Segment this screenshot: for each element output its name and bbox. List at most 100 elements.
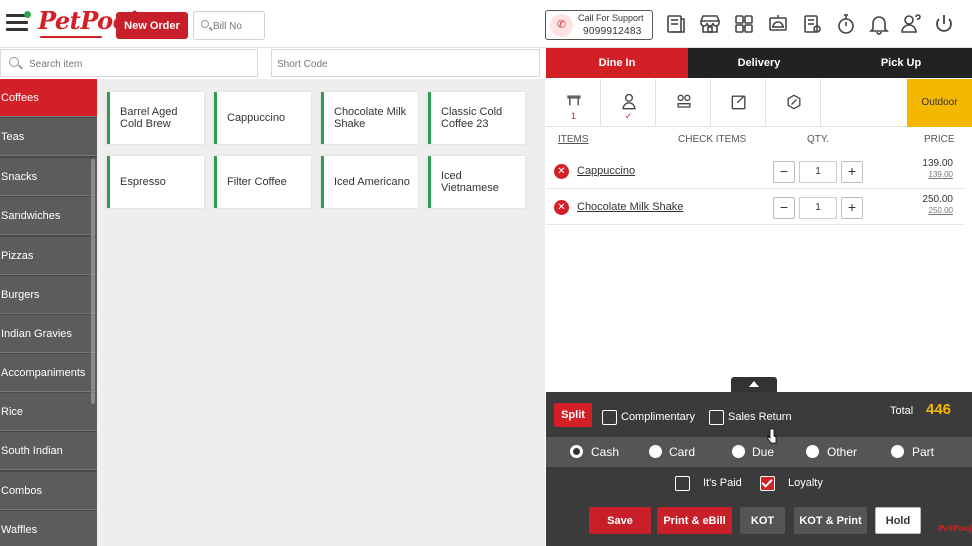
bill-no-input[interactable] <box>213 18 263 34</box>
tab-dine-in[interactable]: Dine In <box>546 48 688 78</box>
bell-icon[interactable] <box>867 12 891 36</box>
check-mark-icon: ✓ <box>624 111 633 121</box>
pos-app: PetPooja New Order ✆ Call For Support 90… <box>0 0 972 546</box>
increase-qty-button[interactable]: + <box>841 197 863 219</box>
new-order-button[interactable]: New Order <box>116 12 188 39</box>
call-support-button[interactable]: ✆ Call For Support 9099912483 <box>545 10 653 40</box>
menu-book-icon[interactable] <box>664 12 688 36</box>
expand-panel-button[interactable] <box>731 377 777 392</box>
category-sandwiches[interactable]: Sandwiches <box>0 197 97 235</box>
qty-input[interactable]: 1 <box>799 161 837 183</box>
grid-icon[interactable] <box>732 12 756 36</box>
short-code-field[interactable] <box>271 49 540 77</box>
order-columns: ITEMS CHECK ITEMS QTY. PRICE <box>546 128 972 152</box>
bill-no-search[interactable] <box>193 11 265 40</box>
loyalty-label: Loyalty <box>788 477 823 489</box>
store-icon[interactable] <box>698 12 722 36</box>
column-items[interactable]: ITEMS <box>558 134 589 145</box>
increase-qty-button[interactable]: + <box>841 161 863 183</box>
line-price: 250.00 <box>922 194 953 205</box>
category-indian-gravies[interactable]: Indian Gravies <box>0 315 97 353</box>
item-card[interactable]: Espresso <box>107 156 204 208</box>
complimentary-label: Complimentary <box>621 411 695 423</box>
decrease-qty-button[interactable]: − <box>773 197 795 219</box>
item-card[interactable]: Classic Cold Coffee 23 <box>428 92 525 144</box>
total-value: 446 <box>926 401 952 418</box>
item-card[interactable]: Filter Coffee <box>214 156 311 208</box>
its-paid-checkbox[interactable] <box>675 476 690 491</box>
category-teas[interactable]: Teas <box>0 118 97 156</box>
discount-icon[interactable] <box>766 79 821 127</box>
radio-other[interactable] <box>806 445 819 458</box>
bill-icon[interactable] <box>800 12 824 36</box>
tab-pick-up[interactable]: Pick Up <box>830 48 972 78</box>
menu-icon[interactable] <box>6 11 31 32</box>
short-code-input[interactable] <box>277 56 527 72</box>
complimentary-checkbox[interactable] <box>602 410 617 425</box>
order-item-name[interactable]: Cappuccino <box>577 165 635 177</box>
category-waffles[interactable]: Waffles <box>0 511 97 546</box>
save-button[interactable]: Save <box>589 507 651 534</box>
radio-cash[interactable] <box>570 445 583 458</box>
mouse-pointer-icon <box>767 428 777 444</box>
payment-label: Due <box>752 445 775 459</box>
customer-icon[interactable]: ✓ <box>601 79 656 127</box>
unit-price[interactable]: 139.00 <box>929 170 953 179</box>
sales-return-checkbox[interactable] <box>709 410 724 425</box>
category-burgers[interactable]: Burgers <box>0 276 97 314</box>
column-check-items[interactable]: CHECK ITEMS <box>678 134 746 145</box>
category-south-indian[interactable]: South Indian <box>0 432 97 470</box>
waiter-icon[interactable] <box>656 79 711 127</box>
remove-item-icon[interactable]: ✕ <box>554 200 569 215</box>
category-accompaniments[interactable]: Accompaniments <box>0 354 97 392</box>
item-card[interactable]: Iced Americano <box>321 156 418 208</box>
sales-return-label: Sales Return <box>728 411 792 423</box>
unit-price[interactable]: 250.00 <box>929 206 953 215</box>
payment-label: Other <box>827 445 858 459</box>
split-button[interactable]: Split <box>554 403 592 427</box>
user-help-icon[interactable] <box>899 12 923 36</box>
category-combos[interactable]: Combos <box>0 472 97 510</box>
loyalty-checkbox[interactable] <box>760 476 775 491</box>
radio-card[interactable] <box>649 445 662 458</box>
timer-icon[interactable] <box>834 12 858 36</box>
category-pizzas[interactable]: Pizzas <box>0 237 97 275</box>
remove-item-icon[interactable]: ✕ <box>554 164 569 179</box>
category-coffees[interactable]: Coffees <box>0 79 97 117</box>
status-dot <box>24 11 31 18</box>
note-icon[interactable] <box>711 79 766 127</box>
print-ebill-button[interactable]: Print & eBill <box>657 507 732 534</box>
order-line: ✕ Cappuccino − 1 + 139.00 139.00 <box>546 153 964 189</box>
table-count: 1 <box>570 111 576 121</box>
order-line: ✕ Chocolate Milk Shake − 1 + 250.00 250.… <box>546 189 964 225</box>
radio-part[interactable] <box>891 445 904 458</box>
tab-delivery[interactable]: Delivery <box>688 48 830 78</box>
category-scrollbar[interactable] <box>91 159 95 404</box>
search-icon <box>201 20 209 28</box>
kot-button[interactable]: KOT <box>740 507 785 534</box>
category-sidebar: Coffees Teas Snacks Sandwiches Pizzas Bu… <box>0 79 97 546</box>
table-icon[interactable]: 1 <box>546 79 601 127</box>
hold-button[interactable]: Hold <box>875 507 921 534</box>
category-snacks[interactable]: Snacks <box>0 158 97 196</box>
radio-due[interactable] <box>732 445 745 458</box>
item-card[interactable]: Iced Vietnamese <box>428 156 525 208</box>
power-icon[interactable] <box>932 12 956 36</box>
category-rice[interactable]: Rice <box>0 393 97 431</box>
phone-icon: ✆ <box>550 14 573 37</box>
item-card[interactable]: Chocolate Milk Shake <box>321 92 418 144</box>
kot-print-button[interactable]: KOT & Print <box>794 507 867 534</box>
order-item-name[interactable]: Chocolate Milk Shake <box>577 201 683 213</box>
qty-input[interactable]: 1 <box>799 197 837 219</box>
item-card[interactable]: Barrel Aged Cold Brew <box>107 92 204 144</box>
line-price: 139.00 <box>922 158 953 169</box>
cloche-icon[interactable] <box>766 12 790 36</box>
payment-label: Cash <box>591 445 620 459</box>
item-card[interactable]: Cappuccino <box>214 92 311 144</box>
search-item-input[interactable] <box>29 56 249 72</box>
outdoor-button[interactable]: Outdoor <box>907 79 972 127</box>
payment-label: Card <box>669 445 696 459</box>
decrease-qty-button[interactable]: − <box>773 161 795 183</box>
item-search[interactable] <box>0 49 258 77</box>
order-type-tabs: Dine In Delivery Pick Up <box>546 48 972 78</box>
